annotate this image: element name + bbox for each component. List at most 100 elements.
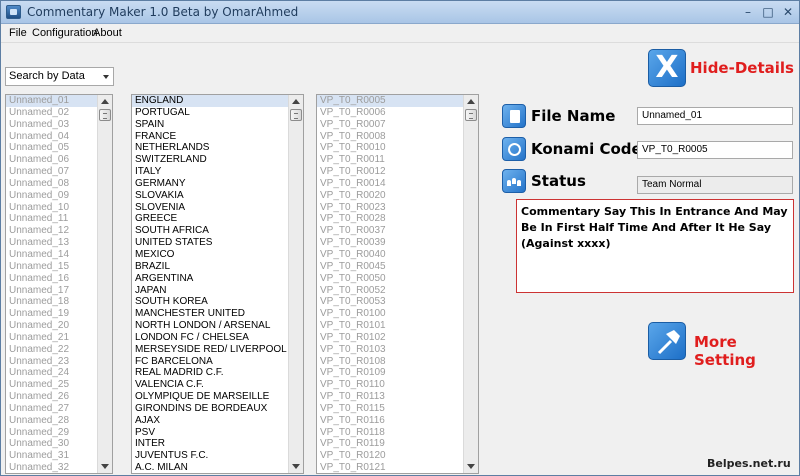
list-item[interactable]: VP_T0_R0109 bbox=[317, 367, 463, 379]
list-item[interactable]: VP_T0_R0005 bbox=[317, 95, 463, 107]
list-item[interactable]: Unnamed_19 bbox=[6, 308, 97, 320]
list-item[interactable]: Unnamed_17 bbox=[6, 285, 97, 297]
list-item[interactable]: VP_T0_R0014 bbox=[317, 178, 463, 190]
list-item[interactable]: VALENCIA C.F. bbox=[132, 379, 288, 391]
list-item[interactable]: Unnamed_29 bbox=[6, 427, 97, 439]
list-item[interactable]: VP_T0_R0115 bbox=[317, 403, 463, 415]
list-item[interactable]: Unnamed_22 bbox=[6, 344, 97, 356]
scroll-up-button[interactable] bbox=[98, 95, 112, 108]
list-item[interactable]: AJAX bbox=[132, 415, 288, 427]
list-item[interactable]: VP_T0_R0040 bbox=[317, 249, 463, 261]
list-item[interactable]: SOUTH AFRICA bbox=[132, 225, 288, 237]
list-item[interactable]: VP_T0_R0023 bbox=[317, 202, 463, 214]
list-item[interactable]: BRAZIL bbox=[132, 261, 288, 273]
list-item[interactable]: Unnamed_16 bbox=[6, 273, 97, 285]
list-item[interactable]: GIRONDINS DE BORDEAUX bbox=[132, 403, 288, 415]
scroll-up-button[interactable] bbox=[464, 95, 478, 108]
list-item[interactable]: Unnamed_30 bbox=[6, 438, 97, 450]
more-settings-button[interactable] bbox=[648, 322, 686, 360]
list-item[interactable]: INTER bbox=[132, 438, 288, 450]
unnamed-list-scrollbar[interactable] bbox=[97, 95, 112, 473]
list-item[interactable]: VP_T0_R0110 bbox=[317, 379, 463, 391]
list-item[interactable]: PSV bbox=[132, 427, 288, 439]
team-list-scrollbar[interactable] bbox=[288, 95, 303, 473]
team-list[interactable]: ENGLAND PORTUGAL SPAIN FRANCE NETHERLANDS SWI… bbox=[131, 94, 304, 474]
hide-details-button[interactable]: X bbox=[648, 49, 686, 87]
list-item[interactable]: Unnamed_12 bbox=[6, 225, 97, 237]
list-item[interactable]: UNITED STATES bbox=[132, 237, 288, 249]
list-item[interactable]: Unnamed_20 bbox=[6, 320, 97, 332]
menu-file[interactable]: File bbox=[9, 27, 27, 39]
list-item[interactable]: Unnamed_26 bbox=[6, 391, 97, 403]
list-item[interactable]: VP_T0_R0116 bbox=[317, 415, 463, 427]
title-bar[interactable]: Commentary Maker 1.0 Beta by OmarAhmed –… bbox=[1, 1, 799, 24]
menu-about[interactable]: About bbox=[93, 27, 122, 39]
list-item[interactable]: MEXICO bbox=[132, 249, 288, 261]
list-item[interactable]: Unnamed_31 bbox=[6, 450, 97, 462]
list-item[interactable]: VP_T0_R0012 bbox=[317, 166, 463, 178]
list-item[interactable]: Unnamed_15 bbox=[6, 261, 97, 273]
list-item[interactable]: GREECE bbox=[132, 213, 288, 225]
list-item[interactable]: VP_T0_R0101 bbox=[317, 320, 463, 332]
list-item[interactable]: Unnamed_18 bbox=[6, 296, 97, 308]
list-item[interactable]: SLOVENIA bbox=[132, 202, 288, 214]
list-item[interactable]: VP_T0_R0008 bbox=[317, 131, 463, 143]
list-item[interactable]: ENGLAND bbox=[132, 95, 288, 107]
list-item[interactable]: VP_T0_R0039 bbox=[317, 237, 463, 249]
list-item[interactable]: Unnamed_28 bbox=[6, 415, 97, 427]
list-item[interactable]: VP_T0_R0020 bbox=[317, 190, 463, 202]
list-item[interactable]: Unnamed_06 bbox=[6, 154, 97, 166]
konami-code-list-scrollbar[interactable] bbox=[463, 95, 478, 473]
list-item[interactable]: VP_T0_R0113 bbox=[317, 391, 463, 403]
list-item[interactable]: Unnamed_32 bbox=[6, 462, 97, 473]
list-item[interactable]: LONDON FC / CHELSEA bbox=[132, 332, 288, 344]
list-item[interactable]: A.C. MILAN bbox=[132, 462, 288, 473]
list-item[interactable]: VP_T0_R0045 bbox=[317, 261, 463, 273]
list-item[interactable]: FRANCE bbox=[132, 131, 288, 143]
list-item[interactable]: VP_T0_R0108 bbox=[317, 356, 463, 368]
list-item[interactable]: REAL MADRID C.F. bbox=[132, 367, 288, 379]
list-item[interactable]: MANCHESTER UNITED bbox=[132, 308, 288, 320]
hide-details-label[interactable]: Hide-Details bbox=[690, 59, 794, 77]
list-item[interactable]: Unnamed_09 bbox=[6, 190, 97, 202]
list-item[interactable]: Unnamed_27 bbox=[6, 403, 97, 415]
list-item[interactable]: VP_T0_R0120 bbox=[317, 450, 463, 462]
list-item[interactable]: VP_T0_R0050 bbox=[317, 273, 463, 285]
unnamed-list[interactable]: Unnamed_01 Unnamed_02 Unnamed_03 Unnamed_04… bbox=[5, 94, 113, 474]
scroll-down-button[interactable] bbox=[464, 460, 478, 473]
menu-configuration[interactable]: Configuration bbox=[32, 27, 97, 39]
commentary-textbox[interactable]: Commentary Say This In Entrance And May … bbox=[516, 199, 794, 293]
scroll-down-button[interactable] bbox=[289, 460, 303, 473]
list-item[interactable]: VP_T0_R0121 bbox=[317, 462, 463, 473]
list-item[interactable]: NETHERLANDS bbox=[132, 142, 288, 154]
list-item[interactable]: JUVENTUS F.C. bbox=[132, 450, 288, 462]
list-item[interactable]: Unnamed_13 bbox=[6, 237, 97, 249]
list-item[interactable]: VP_T0_R0100 bbox=[317, 308, 463, 320]
list-item[interactable]: MERSEYSIDE RED/ LIVERPOOL FC bbox=[132, 344, 288, 356]
list-item[interactable]: Unnamed_01 bbox=[6, 95, 97, 107]
scroll-thumb[interactable] bbox=[290, 109, 302, 121]
scroll-thumb[interactable] bbox=[99, 109, 111, 121]
list-item[interactable]: VP_T0_R0102 bbox=[317, 332, 463, 344]
list-item[interactable]: VP_T0_R0006 bbox=[317, 107, 463, 119]
list-item[interactable]: VP_T0_R0007 bbox=[317, 119, 463, 131]
list-item[interactable]: VP_T0_R0010 bbox=[317, 142, 463, 154]
list-item[interactable]: SLOVAKIA bbox=[132, 190, 288, 202]
list-item[interactable]: Unnamed_05 bbox=[6, 142, 97, 154]
list-item[interactable]: SWITZERLAND bbox=[132, 154, 288, 166]
scroll-down-button[interactable] bbox=[98, 460, 112, 473]
list-item[interactable]: ITALY bbox=[132, 166, 288, 178]
file-name-field[interactable]: Unnamed_01 bbox=[637, 107, 793, 125]
list-item[interactable]: VP_T0_R0028 bbox=[317, 213, 463, 225]
list-item[interactable]: FC BARCELONA bbox=[132, 356, 288, 368]
list-item[interactable]: Unnamed_02 bbox=[6, 107, 97, 119]
scroll-up-button[interactable] bbox=[289, 95, 303, 108]
list-item[interactable]: NORTH LONDON / ARSENAL bbox=[132, 320, 288, 332]
list-item[interactable]: OLYMPIQUE DE MARSEILLE bbox=[132, 391, 288, 403]
list-item[interactable]: Unnamed_03 bbox=[6, 119, 97, 131]
list-item[interactable]: SPAIN bbox=[132, 119, 288, 131]
list-item[interactable]: VP_T0_R0053 bbox=[317, 296, 463, 308]
list-item[interactable]: Unnamed_08 bbox=[6, 178, 97, 190]
list-item[interactable]: Unnamed_14 bbox=[6, 249, 97, 261]
more-settings-label[interactable]: More Setting bbox=[694, 333, 799, 369]
